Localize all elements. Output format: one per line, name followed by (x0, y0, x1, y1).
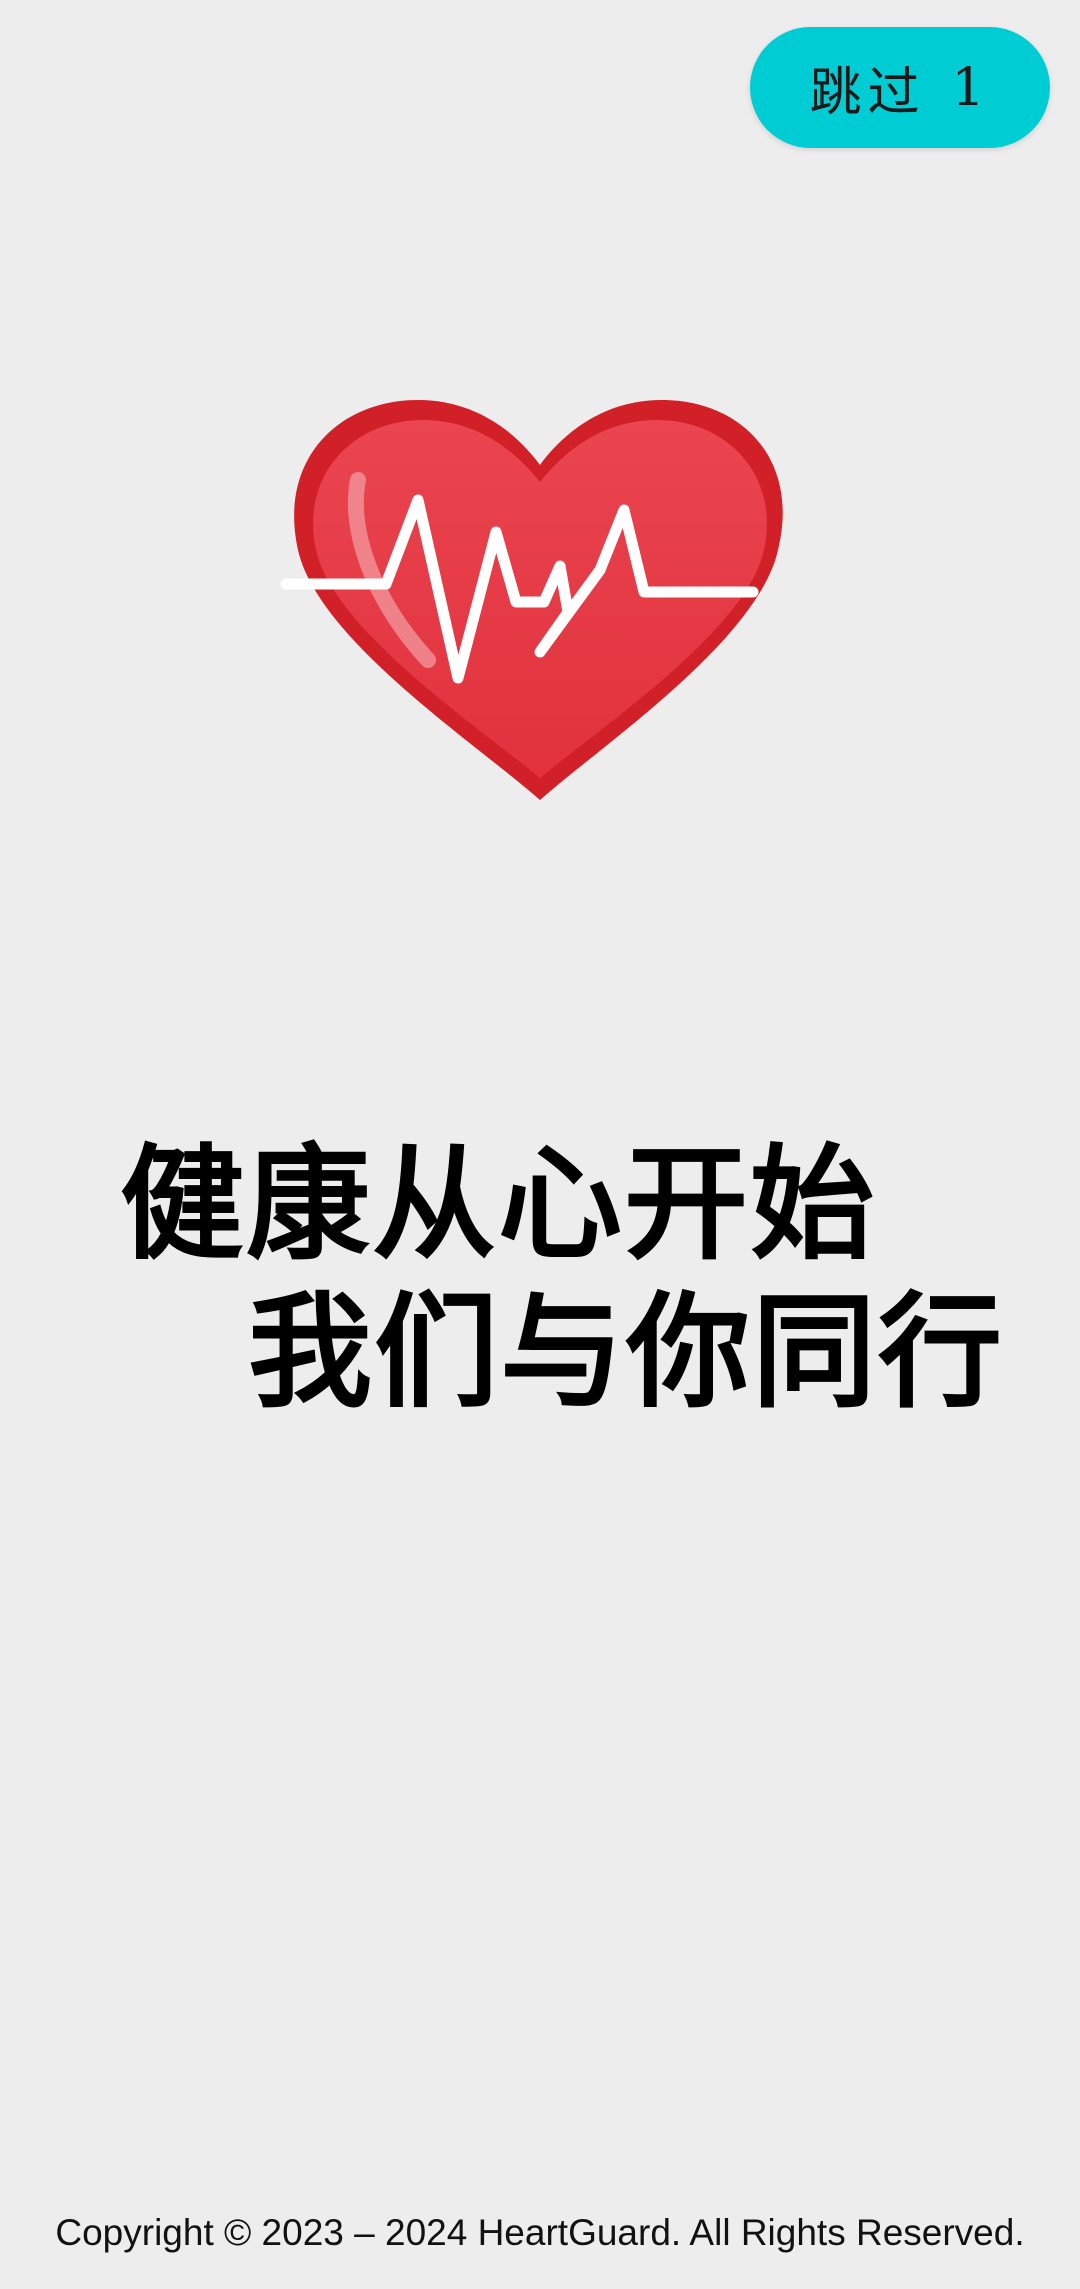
slogan-line-2: 我们与你同行 (248, 1280, 1005, 1425)
skip-button[interactable]: 跳过 1 (750, 27, 1050, 148)
slogan-line-1: 健康从心开始 (120, 1132, 877, 1277)
skip-countdown: 1 (951, 57, 991, 118)
heart-ecg-icon (278, 390, 798, 810)
copyright-text: Copyright © 2023 – 2024 HeartGuard. All … (55, 2212, 1025, 2253)
skip-label: 跳过 (809, 63, 926, 123)
